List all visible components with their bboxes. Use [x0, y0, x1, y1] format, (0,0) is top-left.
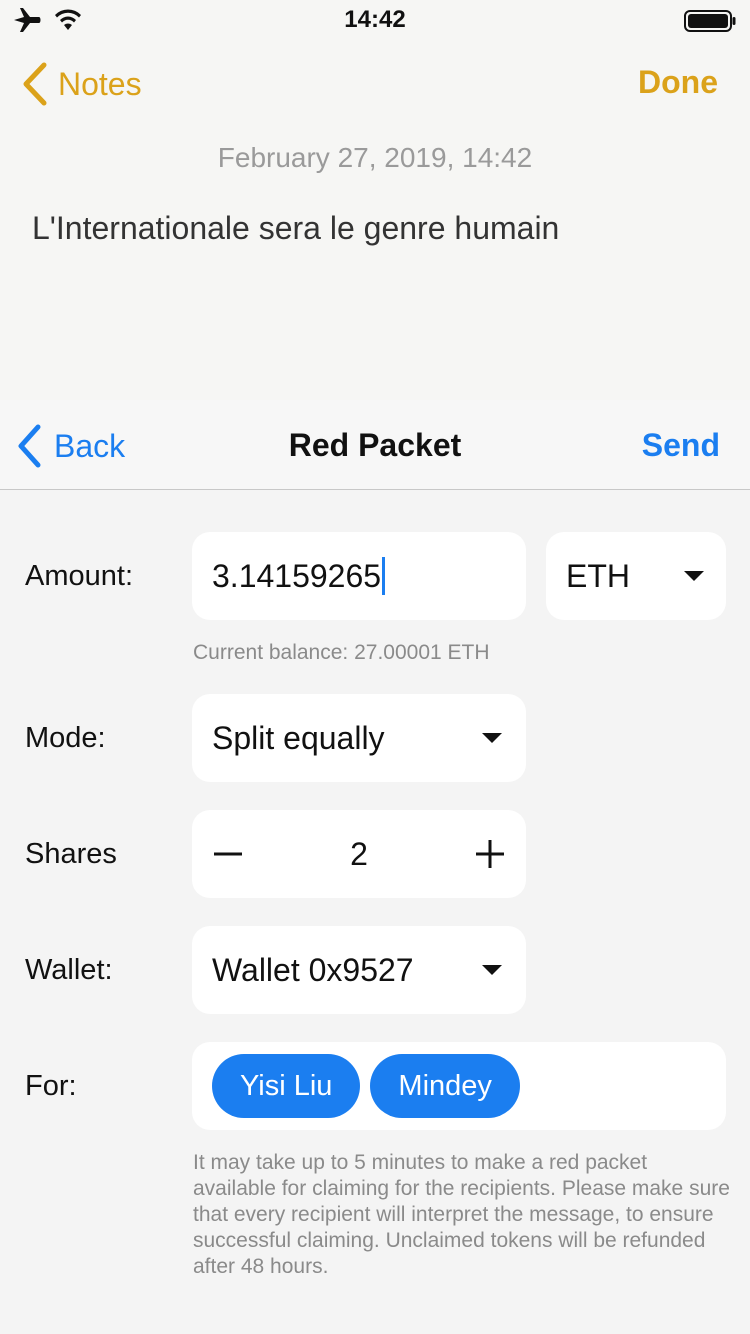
mode-label: Mode:: [25, 722, 106, 754]
mode-select[interactable]: Split equally: [192, 694, 526, 782]
wallet-value: Wallet 0x9527: [212, 951, 414, 988]
battery-icon: [684, 10, 736, 32]
shares-label: Shares: [25, 838, 117, 870]
dropdown-triangle-icon: [482, 965, 502, 975]
balance-hint: Current balance: 27.00001 ETH: [193, 641, 490, 664]
notes-back-label: Notes: [58, 65, 142, 102]
shares-value: 2: [350, 835, 368, 872]
notes-back-button[interactable]: Notes: [20, 60, 142, 108]
shares-stepper: 2: [192, 810, 526, 898]
status-bar: 14:42: [0, 0, 750, 40]
minus-icon[interactable]: [212, 838, 244, 870]
mode-value: Split equally: [212, 719, 385, 756]
text-caret: [382, 557, 386, 595]
note-date: February 27, 2019, 14:42: [217, 142, 533, 173]
currency-select[interactable]: ETH: [546, 532, 726, 620]
recipient-chip[interactable]: Yisi Liu: [212, 1054, 361, 1118]
notes-app-area: 14:42 Notes Done February 27, 2019, 14:4…: [0, 0, 750, 400]
recipient-chip[interactable]: Mindey: [370, 1054, 520, 1118]
recipients-label: For:: [25, 1070, 77, 1102]
notes-done-button[interactable]: Done: [638, 64, 718, 101]
wallet-select[interactable]: Wallet 0x9527: [192, 926, 526, 1014]
dropdown-triangle-icon: [684, 571, 704, 581]
dropdown-triangle-icon: [482, 733, 502, 743]
note-body-text[interactable]: L'Internationale sera le genre humain: [32, 210, 559, 247]
amount-value: 3.14159265: [212, 557, 382, 594]
send-button[interactable]: Send: [642, 427, 720, 464]
disclaimer-text: It may take up to 5 minutes to make a re…: [193, 1151, 730, 1278]
amount-label: Amount:: [25, 560, 133, 592]
plus-icon[interactable]: [474, 838, 506, 870]
red-packet-nav-bar: Back Red Packet Send: [0, 400, 750, 490]
currency-value: ETH: [566, 557, 630, 594]
wallet-label: Wallet:: [25, 954, 113, 986]
status-time: 14:42: [344, 6, 406, 33]
chevron-left-icon: [23, 62, 47, 106]
page-title: Red Packet: [288, 427, 462, 463]
amount-input[interactable]: 3.14159265: [192, 532, 526, 620]
recipients-field[interactable]: Yisi Liu Mindey: [192, 1042, 726, 1130]
